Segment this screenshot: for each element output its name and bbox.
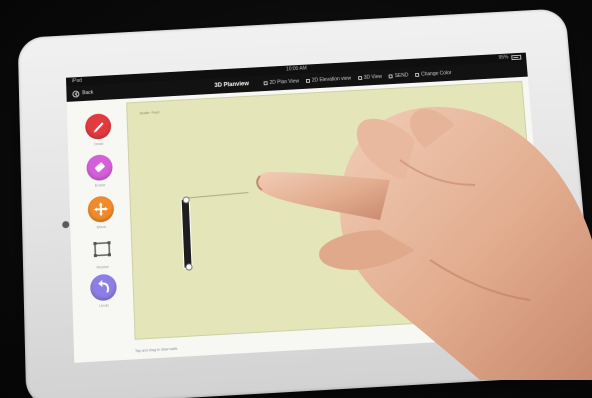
- cube-icon: [357, 76, 362, 81]
- option-3d-view[interactable]: 3D View: [357, 69, 382, 86]
- status-text: Tap and drag to draw walls: [135, 346, 178, 354]
- hand-illustration: [256, 106, 592, 380]
- option-label: 2D Plan View: [269, 78, 300, 86]
- option-label: Change Color: [420, 70, 452, 78]
- eraser-tool-button[interactable]: [86, 154, 113, 182]
- option-send[interactable]: SEND: [388, 68, 409, 84]
- tool-panel: Draw Erase Move Resize Undo: [79, 109, 125, 341]
- palette-icon: [415, 72, 420, 77]
- plan-view-icon: [263, 81, 268, 86]
- canvas-label: Scale: Feet: [139, 109, 160, 116]
- tool-label: Undo: [99, 302, 109, 309]
- option-label: 3D View: [363, 73, 383, 81]
- tool-label: Move: [96, 223, 107, 230]
- tool-label: Erase: [94, 182, 106, 188]
- move-icon: [93, 202, 108, 216]
- elevation-view-icon: [305, 78, 310, 83]
- eraser-icon: [95, 163, 106, 173]
- send-icon: [388, 74, 393, 79]
- pencil-tool-button[interactable]: [84, 113, 112, 140]
- back-label: Back: [82, 89, 94, 97]
- camera-dot: [62, 220, 70, 229]
- pencil-icon: [93, 122, 104, 133]
- wall-segment[interactable]: [180, 196, 193, 271]
- wall-handle-top[interactable]: [182, 196, 190, 204]
- photo: iPad 10:00 AM 95% Back 3D Planview 2D Pl…: [0, 0, 592, 398]
- back-arrow-icon: [72, 90, 80, 98]
- resize-icon: [89, 235, 116, 263]
- tool-label: Draw: [94, 140, 104, 147]
- undo-tool-button[interactable]: [89, 273, 118, 302]
- battery-icon: [511, 54, 522, 61]
- wall-handle-bottom[interactable]: [185, 263, 193, 271]
- undo-icon: [90, 274, 117, 302]
- option-label: SEND: [394, 72, 409, 80]
- resize-tool-button[interactable]: [89, 235, 116, 263]
- back-button[interactable]: Back: [72, 85, 93, 102]
- move-tool-button[interactable]: [87, 195, 115, 223]
- tool-label: Resize: [96, 263, 110, 270]
